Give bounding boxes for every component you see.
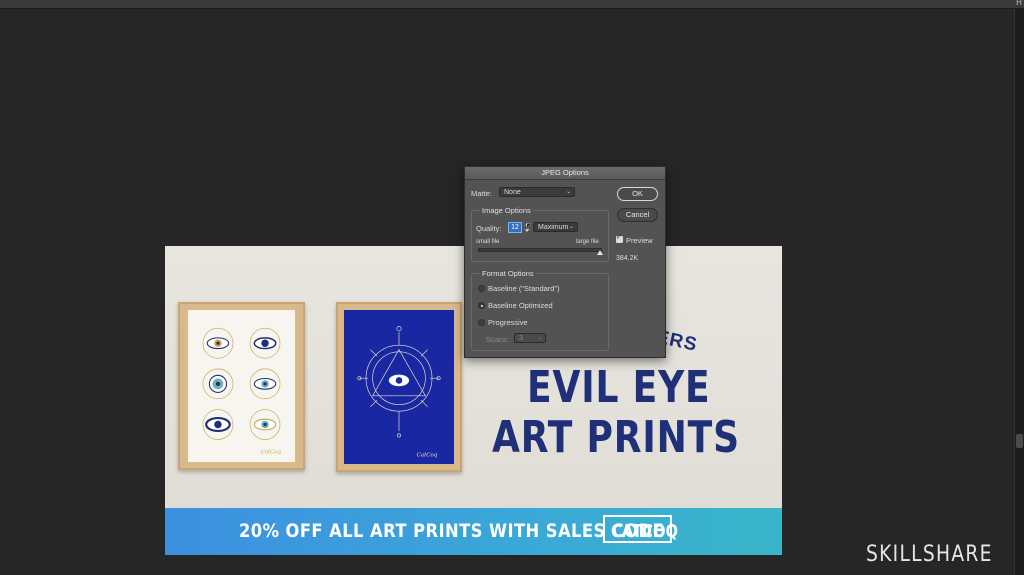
promo-code-box: CATCOQ — [603, 515, 678, 543]
matte-select[interactable]: None ⌄ — [499, 187, 575, 197]
preview-label: Preview — [626, 236, 653, 245]
application-top-bar: H — [0, 0, 1024, 9]
evil-eye-grid-artwork: CatCoq — [202, 327, 282, 455]
frame-evil-eye-grid: CatCoq — [178, 302, 305, 470]
format-radio-baseline-standard[interactable] — [478, 285, 485, 292]
format-option-progressive: Progressive — [488, 318, 528, 327]
print-evil-eye-grid: CatCoq — [188, 310, 295, 462]
format-radio-baseline-optimized[interactable] — [478, 302, 485, 309]
frame-all-seeing-eye: CatCoq — [336, 302, 462, 472]
promo-banner-text: 20% OFF ALL ART PRINTS WITH SALES CODE — [239, 520, 665, 542]
top-bar-letter: H — [1015, 0, 1022, 7]
dialog-title: JPEG Options — [465, 167, 665, 180]
print-all-seeing-eye: CatCoq — [344, 310, 454, 464]
quality-input[interactable]: 12 — [508, 222, 522, 233]
print2-signature: CatCoq — [417, 452, 438, 458]
image-options-group: Image Options Quality: 12 Maximum ⌄ smal… — [471, 206, 609, 262]
quality-slider-track[interactable] — [478, 248, 602, 252]
quality-preset-value: Maximum — [538, 224, 569, 231]
headline-art-prints: ART PRINTS — [492, 412, 740, 463]
scans-label: Scans: — [486, 335, 509, 344]
print1-signature: CatCoq — [261, 449, 282, 455]
chevron-down-icon: ⌄ — [565, 189, 571, 195]
format-options-label: Format Options — [480, 269, 536, 278]
chevron-down-icon: ⌄ — [568, 224, 574, 230]
scans-select[interactable]: 3 ⌄ — [514, 333, 546, 343]
vertical-scrollbar[interactable] — [1014, 9, 1024, 575]
promo-banner: 20% OFF ALL ART PRINTS WITH SALES CODE C… — [165, 508, 782, 555]
chevron-down-icon: ⌄ — [536, 335, 542, 341]
matte-label: Matte: — [471, 189, 492, 198]
quality-label: Quality: — [476, 224, 502, 233]
all-seeing-eye-artwork: CatCoq — [357, 326, 441, 458]
format-option-baseline-standard: Baseline ("Standard") — [488, 284, 560, 293]
promo-code-text: CATCOQ — [611, 521, 679, 542]
matte-value: None — [504, 189, 521, 196]
scans-value: 3 — [519, 335, 523, 342]
mouse-cursor-icon: ⇱ — [525, 222, 534, 233]
large-file-label: large file — [576, 239, 599, 245]
ok-button[interactable]: OK — [617, 187, 658, 201]
small-file-label: small file — [476, 239, 500, 245]
jpeg-options-dialog: JPEG Options Matte: None ⌄ Image Options… — [464, 166, 666, 358]
skillshare-watermark: SKILLSHARE — [866, 542, 993, 567]
headline-evil-eye: EVIL EYE — [527, 362, 711, 413]
preview-checkbox[interactable] — [616, 233, 623, 243]
scrollbar-thumb[interactable] — [1016, 434, 1023, 448]
format-options-group: Format Options Baseline ("Standard") Bas… — [471, 269, 609, 351]
quality-preset-select[interactable]: Maximum ⌄ — [533, 222, 578, 232]
cancel-button[interactable]: Cancel — [617, 208, 658, 222]
quality-slider-thumb[interactable] — [597, 250, 603, 255]
file-size-readout: 384.2K — [616, 255, 639, 262]
format-radio-progressive[interactable] — [478, 319, 485, 326]
format-option-baseline-optimized: Baseline Optimized — [488, 301, 553, 310]
image-options-label: Image Options — [480, 206, 533, 215]
